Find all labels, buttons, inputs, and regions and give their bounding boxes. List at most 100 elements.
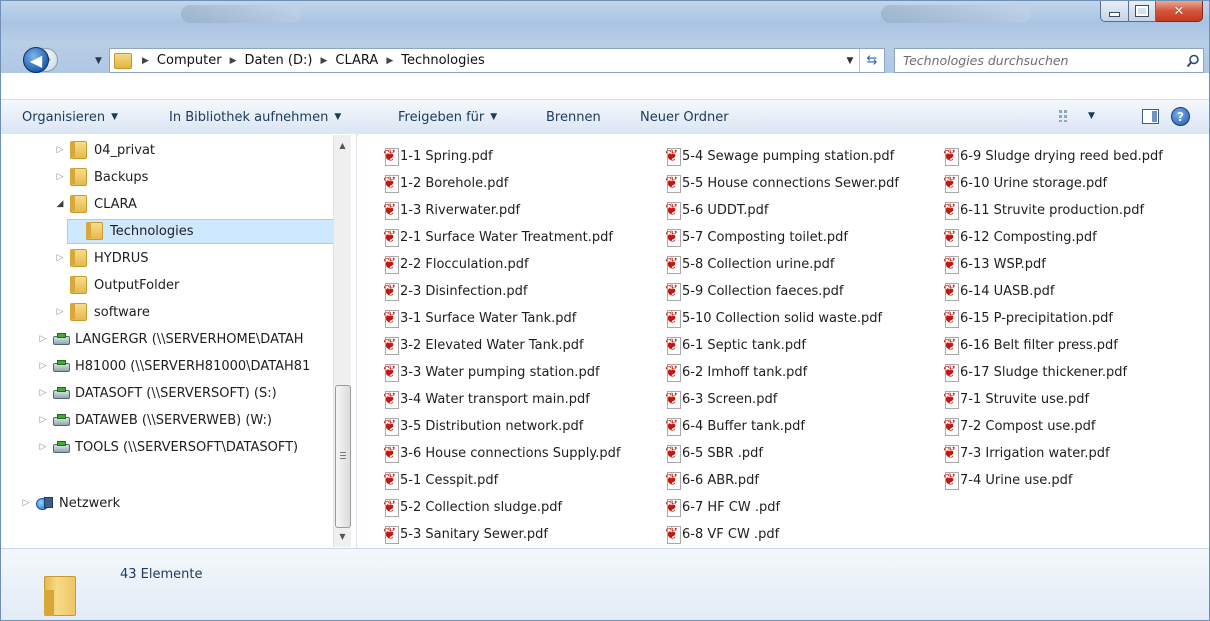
file-item[interactable]: 5-9 Collection faeces.pdf — [665, 280, 843, 302]
file-item[interactable]: 6-4 Buffer tank.pdf — [665, 415, 805, 437]
close-button[interactable]: ✕ — [1156, 1, 1203, 22]
tree-item-h81000[interactable]: ▷ H81000 (\\SERVERH81000\DATAH81 — [37, 353, 311, 379]
search-icon[interactable] — [1183, 51, 1203, 71]
breadcrumb-chevron-icon[interactable]: ▶ — [142, 56, 149, 66]
breadcrumb-chevron-icon[interactable]: ▶ — [386, 56, 393, 66]
file-item[interactable]: 2-2 Flocculation.pdf — [383, 253, 529, 275]
tree-item-technologies[interactable]: Technologies — [70, 218, 194, 244]
file-item[interactable]: 6-6 ABR.pdf — [665, 469, 759, 491]
file-item[interactable]: 7-2 Compost use.pdf — [943, 415, 1096, 437]
file-item[interactable]: 6-12 Composting.pdf — [943, 226, 1097, 248]
file-item[interactable]: 6-13 WSP.pdf — [943, 253, 1046, 275]
file-item[interactable]: 5-5 House connections Sewer.pdf — [665, 172, 899, 194]
file-item[interactable]: 5-6 UDDT.pdf — [665, 199, 769, 221]
help-icon[interactable]: ? — [1171, 107, 1190, 126]
file-item[interactable]: 6-11 Struvite production.pdf — [943, 199, 1144, 221]
file-item[interactable]: 6-7 HF CW .pdf — [665, 496, 780, 518]
file-item[interactable]: 3-3 Water pumping station.pdf — [383, 361, 600, 383]
tree-item-04-privat[interactable]: ▷ 04_privat — [54, 137, 155, 163]
breadcrumb-drive[interactable]: Daten (D:) — [244, 53, 312, 68]
file-item[interactable]: 3-5 Distribution network.pdf — [383, 415, 583, 437]
file-item[interactable]: 7-3 Irrigation water.pdf — [943, 442, 1110, 464]
breadcrumb-chevron-icon[interactable]: ▶ — [320, 56, 327, 66]
file-item[interactable]: 6-10 Urine storage.pdf — [943, 172, 1107, 194]
expand-icon[interactable]: ▷ — [54, 307, 66, 317]
expand-icon[interactable]: ▷ — [37, 442, 49, 452]
file-item[interactable]: 1-1 Spring.pdf — [383, 145, 493, 167]
back-button[interactable]: ◀ — [23, 47, 49, 73]
file-item[interactable]: 6-17 Sludge thickener.pdf — [943, 361, 1127, 383]
nav-scrollbar[interactable]: ▲ ▼ — [333, 135, 351, 547]
expand-icon[interactable]: ▷ — [37, 415, 49, 425]
scroll-down-icon[interactable]: ▼ — [334, 528, 351, 545]
file-item[interactable]: 5-4 Sewage pumping station.pdf — [665, 145, 894, 167]
file-item[interactable]: 3-1 Surface Water Tank.pdf — [383, 307, 576, 329]
expand-icon[interactable]: ▷ — [37, 334, 49, 344]
minimize-button[interactable] — [1100, 1, 1129, 22]
tree-item-datasoft[interactable]: ▷ DATASOFT (\\SERVERSOFT) (S:) — [37, 380, 277, 406]
tree-item-clara[interactable]: ◢ CLARA — [54, 191, 137, 217]
expand-icon[interactable]: ▷ — [54, 253, 66, 263]
collapse-icon[interactable]: ◢ — [54, 199, 66, 209]
expand-icon[interactable]: ▷ — [37, 361, 49, 371]
file-item[interactable]: 5-8 Collection urine.pdf — [665, 253, 834, 275]
file-item[interactable]: 1-3 Riverwater.pdf — [383, 199, 520, 221]
file-item[interactable]: 5-3 Sanitary Sewer.pdf — [383, 523, 548, 545]
file-item[interactable]: 5-10 Collection solid waste.pdf — [665, 307, 882, 329]
file-item[interactable]: 6-15 P-precipitation.pdf — [943, 307, 1113, 329]
preview-pane-icon[interactable] — [1142, 109, 1159, 124]
tree-item-netzwerk[interactable]: ▷ Netzwerk — [20, 490, 121, 516]
organize-menu[interactable]: Organisieren ▼ — [22, 100, 118, 134]
recent-pages-dropdown[interactable]: ▼ — [95, 56, 102, 66]
share-with-menu[interactable]: Freigeben für ▼ — [398, 100, 497, 134]
include-in-library-menu[interactable]: In Bibliothek aufnehmen ▼ — [169, 100, 341, 134]
file-item[interactable]: 6-5 SBR .pdf — [665, 442, 763, 464]
tree-item-tools[interactable]: ▷ TOOLS (\\SERVERSOFT\DATASOFT) — [37, 434, 299, 460]
tree-item-backups[interactable]: ▷ Backups — [54, 164, 148, 190]
expand-icon[interactable]: ▷ — [20, 498, 32, 508]
file-item[interactable]: 6-16 Belt filter press.pdf — [943, 334, 1118, 356]
file-item[interactable]: 7-4 Urine use.pdf — [943, 469, 1072, 491]
tree-item-dataweb[interactable]: ▷ DATAWEB (\\SERVERWEB) (W:) — [37, 407, 272, 433]
breadcrumb-computer[interactable]: Computer — [157, 53, 222, 68]
file-item[interactable]: 6-8 VF CW .pdf — [665, 523, 779, 545]
tree-item-outputfolder[interactable]: OutputFolder — [54, 272, 179, 298]
title-bar[interactable] — [1, 1, 1209, 41]
file-item[interactable]: 3-2 Elevated Water Tank.pdf — [383, 334, 584, 356]
file-item[interactable]: 7-1 Struvite use.pdf — [943, 388, 1089, 410]
file-item[interactable]: 2-1 Surface Water Treatment.pdf — [383, 226, 613, 248]
file-item[interactable]: 5-1 Cesspit.pdf — [383, 469, 498, 491]
expand-icon[interactable]: ▷ — [54, 145, 66, 155]
scroll-up-icon[interactable]: ▲ — [334, 137, 351, 154]
file-item[interactable]: 6-9 Sludge drying reed bed.pdf — [943, 145, 1163, 167]
maximize-button[interactable] — [1129, 1, 1156, 22]
tree-item-langergr[interactable]: ▷ LANGERGR (\\SERVERHOME\DATAH — [37, 326, 304, 352]
pdf-icon — [383, 227, 399, 247]
file-item[interactable]: 2-3 Disinfection.pdf — [383, 280, 527, 302]
file-item[interactable]: 6-1 Septic tank.pdf — [665, 334, 806, 356]
burn-button[interactable]: Brennen — [546, 100, 601, 134]
file-item[interactable]: 3-4 Water transport main.pdf — [383, 388, 590, 410]
refresh-button[interactable]: ⇆ — [859, 49, 884, 72]
tree-item-hydrus[interactable]: ▷ HYDRUS — [54, 245, 149, 271]
breadcrumb-chevron-icon[interactable]: ▶ — [230, 56, 237, 66]
scroll-thumb[interactable] — [335, 385, 351, 528]
address-bar[interactable]: ▶ Computer ▶ Daten (D:) ▶ CLARA ▶ Techno… — [109, 48, 885, 73]
file-item[interactable]: 5-7 Composting toilet.pdf — [665, 226, 848, 248]
search-input[interactable] — [895, 49, 1183, 72]
expand-icon[interactable]: ▷ — [54, 172, 66, 182]
file-item[interactable]: 6-2 Imhoff tank.pdf — [665, 361, 807, 383]
tree-item-software[interactable]: ▷ software — [54, 299, 150, 325]
pdf-icon — [943, 146, 959, 166]
breadcrumb-clara[interactable]: CLARA — [335, 53, 378, 68]
new-folder-button[interactable]: Neuer Ordner — [640, 100, 729, 134]
file-item[interactable]: 5-2 Collection sludge.pdf — [383, 496, 562, 518]
file-item[interactable]: 3-6 House connections Supply.pdf — [383, 442, 620, 464]
file-item[interactable]: 1-2 Borehole.pdf — [383, 172, 508, 194]
file-item[interactable]: 6-14 UASB.pdf — [943, 280, 1054, 302]
address-history-dropdown[interactable]: ▼ — [841, 56, 859, 66]
expand-icon[interactable]: ▷ — [37, 388, 49, 398]
breadcrumb-technologies[interactable]: Technologies — [401, 53, 485, 68]
file-item[interactable]: 6-3 Screen.pdf — [665, 388, 777, 410]
change-view-button[interactable]: ▼ — [1058, 105, 1095, 127]
